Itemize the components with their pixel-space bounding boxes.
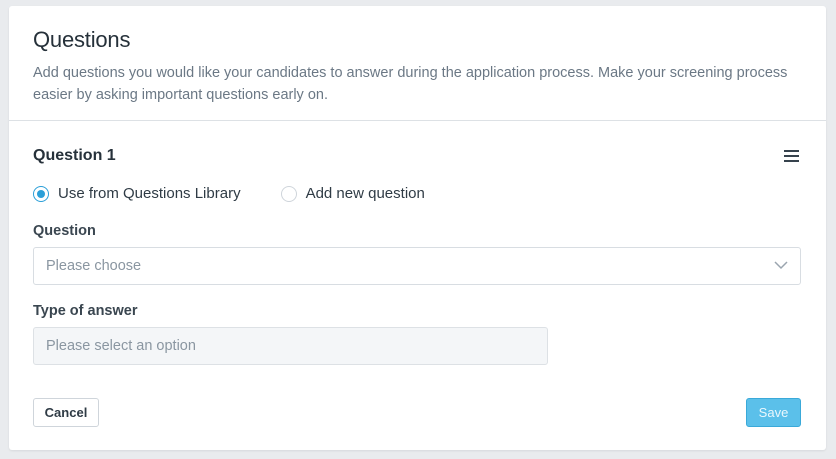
card-header: Questions Add questions you would like y…: [9, 6, 826, 121]
radio-unchecked-icon[interactable]: [280, 185, 297, 202]
answer-type-label: Type of answer: [33, 303, 138, 319]
radio-add-new-label: Add new question: [305, 185, 425, 202]
answer-type-placeholder: Please select an option: [46, 338, 196, 354]
page-title: Questions: [33, 27, 131, 52]
save-button[interactable]: Save: [746, 398, 801, 427]
question-select-placeholder: Please choose: [46, 258, 142, 274]
question-field-label: Question: [33, 223, 96, 239]
question-title: Question 1: [33, 147, 116, 164]
question-source-options: Use from Questions Library Add new quest…: [33, 185, 425, 202]
cancel-button[interactable]: Cancel: [33, 398, 99, 427]
radio-use-library-label: Use from Questions Library: [58, 185, 241, 202]
chevron-down-icon: [774, 261, 788, 270]
question-select[interactable]: Please choose: [33, 247, 801, 285]
page-description: Add questions you would like your candid…: [33, 65, 788, 103]
answer-type-input[interactable]: Please select an option: [33, 327, 548, 365]
hamburger-menu-icon[interactable]: [784, 150, 799, 162]
radio-checked-icon[interactable]: [33, 185, 49, 202]
questions-card: Questions Add questions you would like y…: [9, 6, 826, 450]
radio-add-new[interactable]: Add new question: [280, 185, 425, 202]
radio-use-library[interactable]: Use from Questions Library: [33, 185, 241, 202]
